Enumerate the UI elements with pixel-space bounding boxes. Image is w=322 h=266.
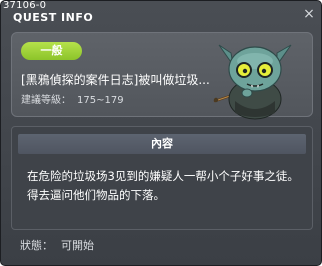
quest-content-panel: 內容 在危险的垃圾场3见到的嫌疑人一帮小个子好事之徒。得去逼问他们物品的下落。: [11, 126, 313, 230]
title-bar[interactable]: 37106-0 QUEST INFO ×: [1, 1, 321, 27]
close-icon[interactable]: ×: [302, 7, 316, 21]
level-label: 建議等級：: [21, 95, 71, 106]
recommended-level: 建議等級： 175~179: [21, 91, 124, 106]
quest-name: [黑鴉偵探的案件日志]被叫做垃圾...: [21, 73, 210, 87]
quest-info-window: 37106-0 QUEST INFO × 一般 [黑鴉偵探的案件日志]被叫做垃圾…: [0, 0, 322, 266]
category-badge: 一般: [21, 42, 82, 60]
npc-monster-portrait: [213, 44, 292, 120]
status-label: 狀態：: [20, 239, 53, 252]
quest-status: 狀態： 可開始: [20, 237, 94, 253]
content-header: 內容: [18, 134, 306, 154]
quest-description: 在危险的垃圾场3见到的嫌疑人一帮小个子好事之徒。得去逼问他们物品的下落。: [27, 169, 299, 202]
level-range: 175~179: [77, 95, 124, 106]
quest-id: 37106-0: [3, 0, 47, 11]
status-value: 可開始: [61, 239, 94, 252]
window-title: QUEST INFO: [13, 11, 94, 24]
